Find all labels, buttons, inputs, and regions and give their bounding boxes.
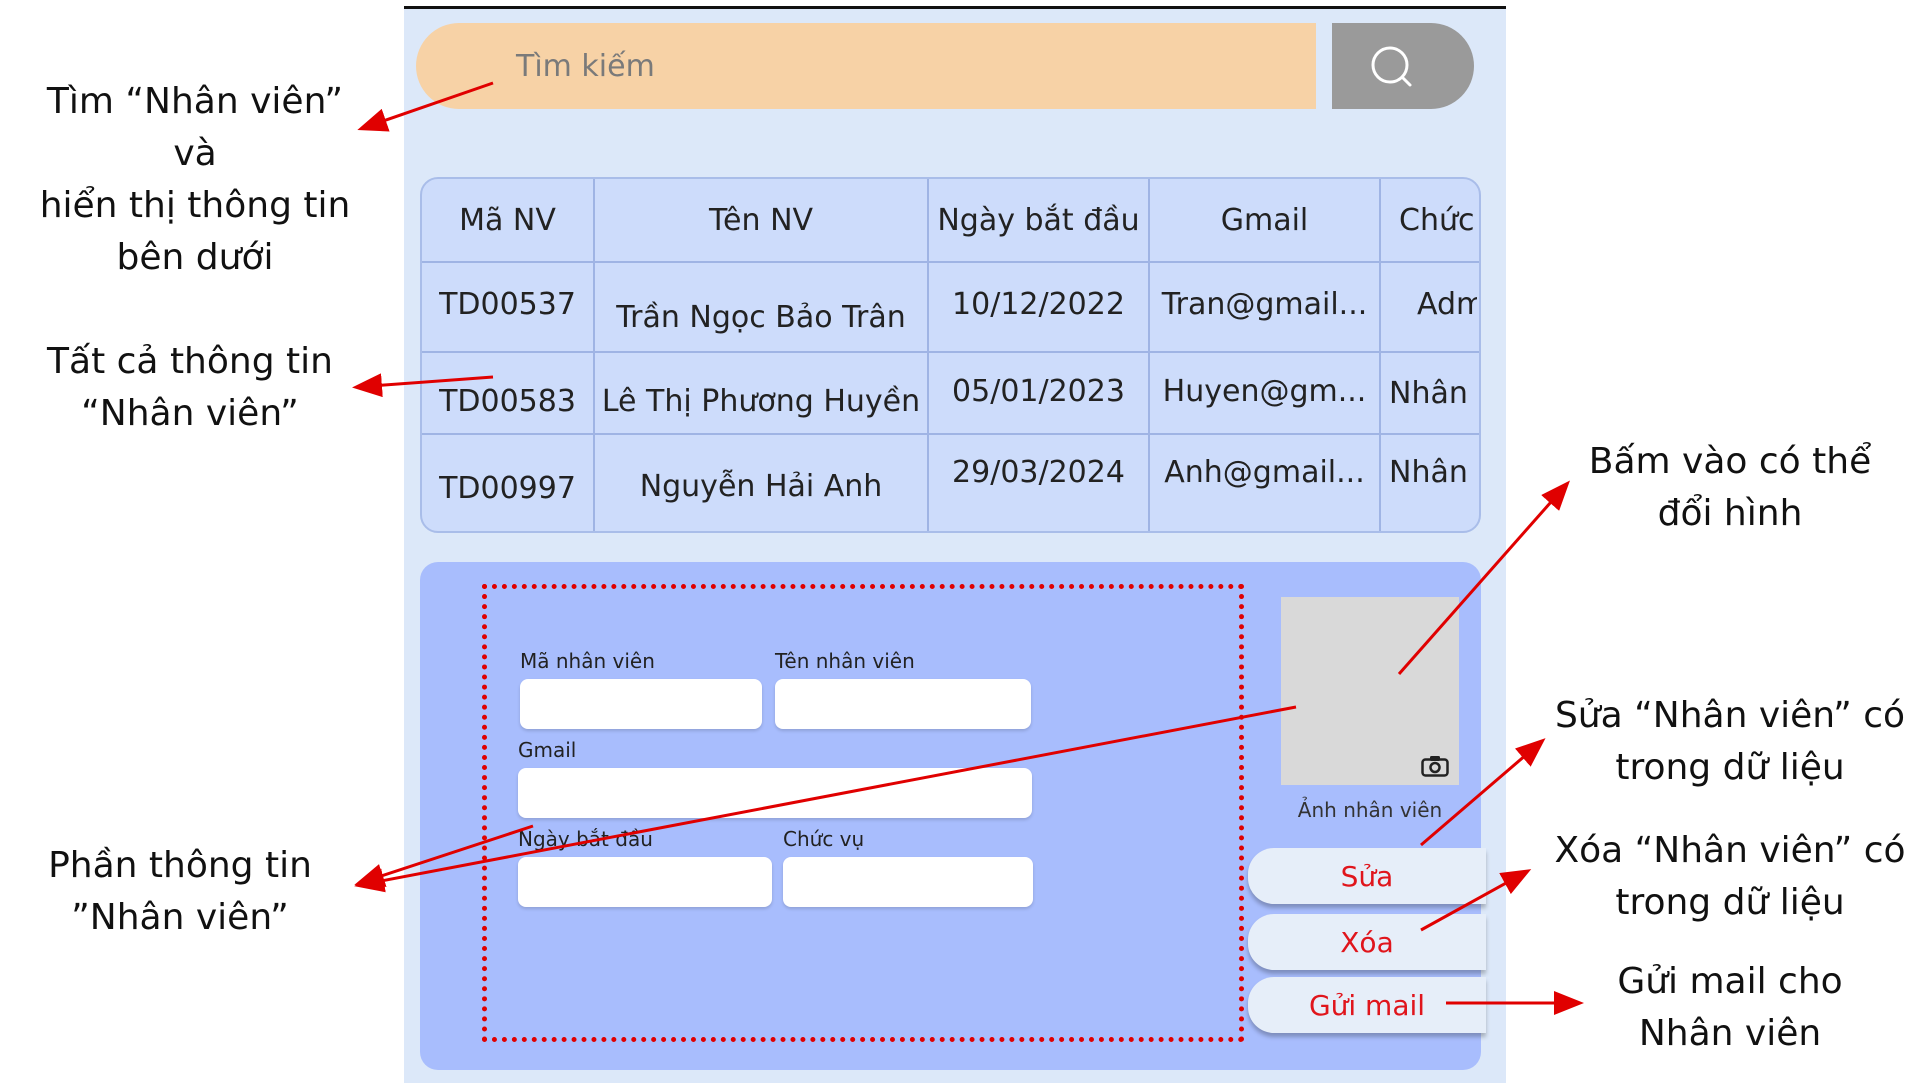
arrow-photo [1397, 480, 1570, 675]
arrow-table [352, 373, 494, 398]
arrow-edit [1420, 738, 1546, 847]
arrow-search [357, 81, 494, 132]
annotation-arrows [352, 81, 1584, 1015]
arrow-form-photo [354, 705, 1297, 893]
arrow-delete [1420, 869, 1532, 932]
arrow-form-gmail [354, 824, 534, 887]
